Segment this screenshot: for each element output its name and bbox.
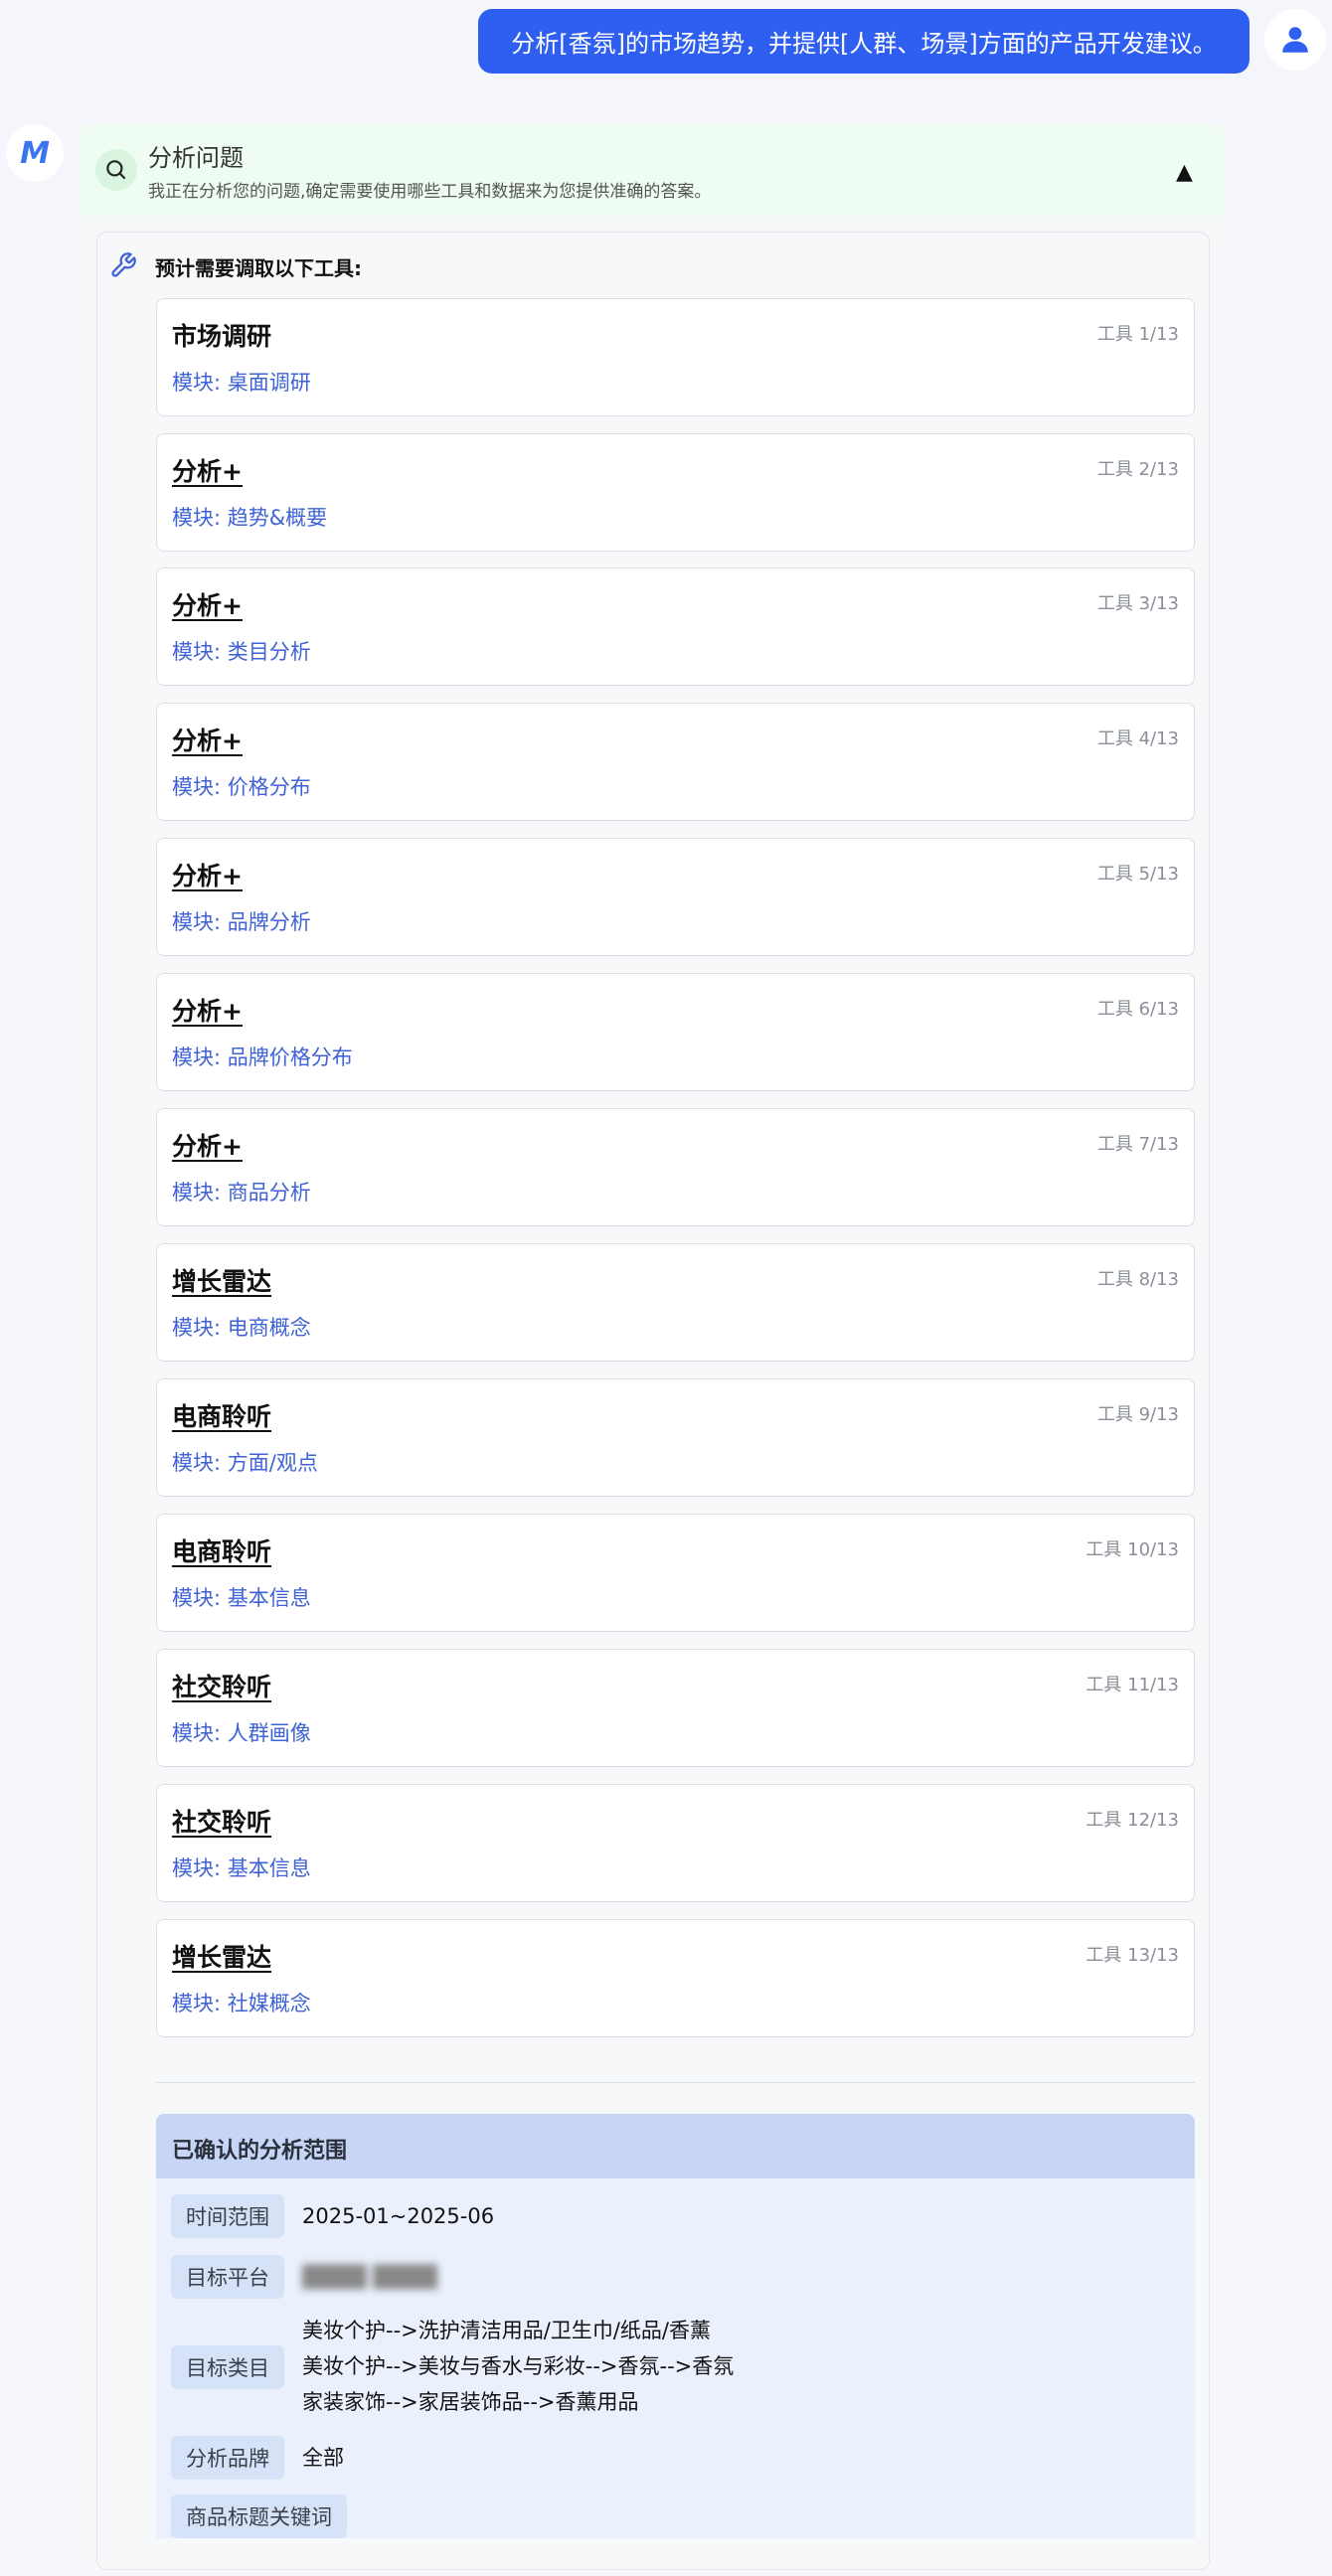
search-icon xyxy=(106,160,126,180)
tool-card[interactable]: 电商聆听 工具 10/13 模块: 基本信息 xyxy=(156,1514,1195,1632)
tool-name-link[interactable]: 电商聆听 xyxy=(172,1532,271,1568)
tool-card[interactable]: 分析+ 工具 7/13 模块: 商品分析 xyxy=(156,1108,1195,1226)
wrench-icon xyxy=(111,252,136,277)
tool-module: 模块: 商品分析 xyxy=(172,1181,311,1205)
category-line-3: 家装家饰-->家居装饰品-->香薰用品 xyxy=(302,2390,639,2414)
tool-module: 模块: 趋势&概要 xyxy=(172,506,328,530)
bot-logo-icon: M xyxy=(20,136,50,171)
bot-avatar: M xyxy=(6,124,64,182)
tool-card[interactable]: 分析+ 工具 4/13 模块: 价格分布 xyxy=(156,703,1195,821)
bot-logo-text: M xyxy=(20,136,50,171)
tool-module: 模块: 类目分析 xyxy=(172,640,311,664)
tool-module: 模块: 方面/观点 xyxy=(172,1451,318,1475)
tool-count: 工具 10/13 xyxy=(1085,1539,1179,1560)
platform-label: 目标平台 xyxy=(171,2255,284,2299)
category-line-1: 美妆个护-->洗护清洁用品/卫生巾/纸品/香薰 xyxy=(302,2319,711,2342)
user-icon xyxy=(1282,27,1308,53)
user-message-text: 分析[香氛]的市场趋势，并提供[人群、场景]方面的产品开发建议。 xyxy=(511,30,1217,58)
tool-module: 模块: 电商概念 xyxy=(172,1316,311,1340)
category-line-2: 美妆个护-->美妆与香水与彩妆-->香氛-->香氛 xyxy=(302,2354,735,2378)
analysis-header[interactable] xyxy=(80,124,1225,216)
brand-label: 分析品牌 xyxy=(171,2436,284,2480)
tool-module: 模块: 品牌价格分布 xyxy=(172,1046,353,1069)
tool-count: 工具 11/13 xyxy=(1085,1675,1179,1695)
tool-card[interactable]: 分析+ 工具 5/13 模块: 品牌分析 xyxy=(156,838,1195,956)
tool-name-link[interactable]: 社交聆听 xyxy=(172,1803,271,1839)
tool-module: 模块: 桌面调研 xyxy=(172,371,311,395)
tool-card[interactable]: 增长雷达 工具 13/13 模块: 社媒概念 xyxy=(156,1919,1195,2037)
tool-card[interactable]: 市场调研 工具 1/13 模块: 桌面调研 xyxy=(156,298,1195,416)
tool-name-link[interactable]: 分析+ xyxy=(172,586,243,622)
analysis-subtitle: 我正在分析您的问题,确定需要使用哪些工具和数据来为您提供准确的答案。 xyxy=(148,182,712,202)
platform-value: ████ ████ xyxy=(302,2265,437,2289)
collapse-toggle-icon[interactable]: ▲ xyxy=(1176,160,1193,185)
tool-module: 模块: 品牌分析 xyxy=(172,910,311,934)
tool-module: 模块: 基本信息 xyxy=(172,1856,311,1880)
tool-card[interactable]: 社交聆听 工具 12/13 模块: 基本信息 xyxy=(156,1784,1195,1902)
tool-count: 工具 4/13 xyxy=(1096,728,1179,749)
tool-card[interactable]: 电商聆听 工具 9/13 模块: 方面/观点 xyxy=(156,1378,1195,1497)
tool-name-link[interactable]: 增长雷达 xyxy=(172,1938,271,1974)
tool-count: 工具 12/13 xyxy=(1085,1810,1179,1831)
tool-name-link[interactable]: 分析+ xyxy=(172,1127,243,1163)
tool-name-link[interactable]: 分析+ xyxy=(172,722,243,757)
tool-name-link[interactable]: 社交聆听 xyxy=(172,1668,271,1703)
tool-count: 工具 13/13 xyxy=(1085,1945,1179,1966)
tool-card[interactable]: 分析+ 工具 6/13 模块: 品牌价格分布 xyxy=(156,973,1195,1091)
tool-name-link[interactable]: 分析+ xyxy=(172,992,243,1028)
tool-module: 模块: 价格分布 xyxy=(172,775,311,799)
tool-count: 工具 6/13 xyxy=(1096,999,1179,1020)
tool-count: 工具 3/13 xyxy=(1096,593,1179,614)
tool-module: 模块: 社媒概念 xyxy=(172,1992,311,2015)
tool-module: 模块: 人群画像 xyxy=(172,1721,311,1745)
user-message-bubble: 分析[香氛]的市场趋势，并提供[人群、场景]方面的产品开发建议。 xyxy=(478,9,1249,74)
tool-name-link[interactable]: 电商聆听 xyxy=(172,1397,271,1433)
analysis-title: 分析问题 xyxy=(148,144,244,172)
tool-count: 工具 7/13 xyxy=(1096,1134,1179,1155)
tools-heading: 预计需要调取以下工具: xyxy=(155,256,362,280)
scope-title: 已确认的分析范围 xyxy=(172,2139,348,2164)
tool-name-link[interactable]: 分析+ xyxy=(172,857,243,892)
category-label: 目标类目 xyxy=(171,2345,284,2389)
tool-count: 工具 1/13 xyxy=(1096,324,1179,345)
user-avatar[interactable] xyxy=(1264,9,1326,71)
brand-value: 全部 xyxy=(302,2446,344,2470)
section-divider xyxy=(156,2082,1195,2083)
tool-card[interactable]: 分析+ 工具 3/13 模块: 类目分析 xyxy=(156,567,1195,686)
keyword-label: 商品标题关键词 xyxy=(171,2495,347,2538)
search-badge xyxy=(95,149,137,191)
tool-name-link[interactable]: 增长雷达 xyxy=(172,1262,271,1298)
time-range-value: 2025-01~2025-06 xyxy=(302,2204,495,2228)
time-range-label: 时间范围 xyxy=(171,2194,284,2238)
tool-count: 工具 9/13 xyxy=(1096,1404,1179,1425)
tool-card[interactable]: 社交聆听 工具 11/13 模块: 人群画像 xyxy=(156,1649,1195,1767)
tool-count: 工具 2/13 xyxy=(1096,459,1179,480)
scope-header: 已确认的分析范围 xyxy=(156,2114,1195,2178)
tool-card[interactable]: 增长雷达 工具 8/13 模块: 电商概念 xyxy=(156,1243,1195,1362)
tool-name: 市场调研 xyxy=(172,322,272,351)
tool-name-link[interactable]: 分析+ xyxy=(172,452,243,488)
tool-count: 工具 8/13 xyxy=(1096,1269,1179,1290)
tool-count: 工具 5/13 xyxy=(1096,864,1179,885)
tool-card[interactable]: 分析+ 工具 2/13 模块: 趋势&概要 xyxy=(156,433,1195,552)
tool-module: 模块: 基本信息 xyxy=(172,1586,311,1610)
